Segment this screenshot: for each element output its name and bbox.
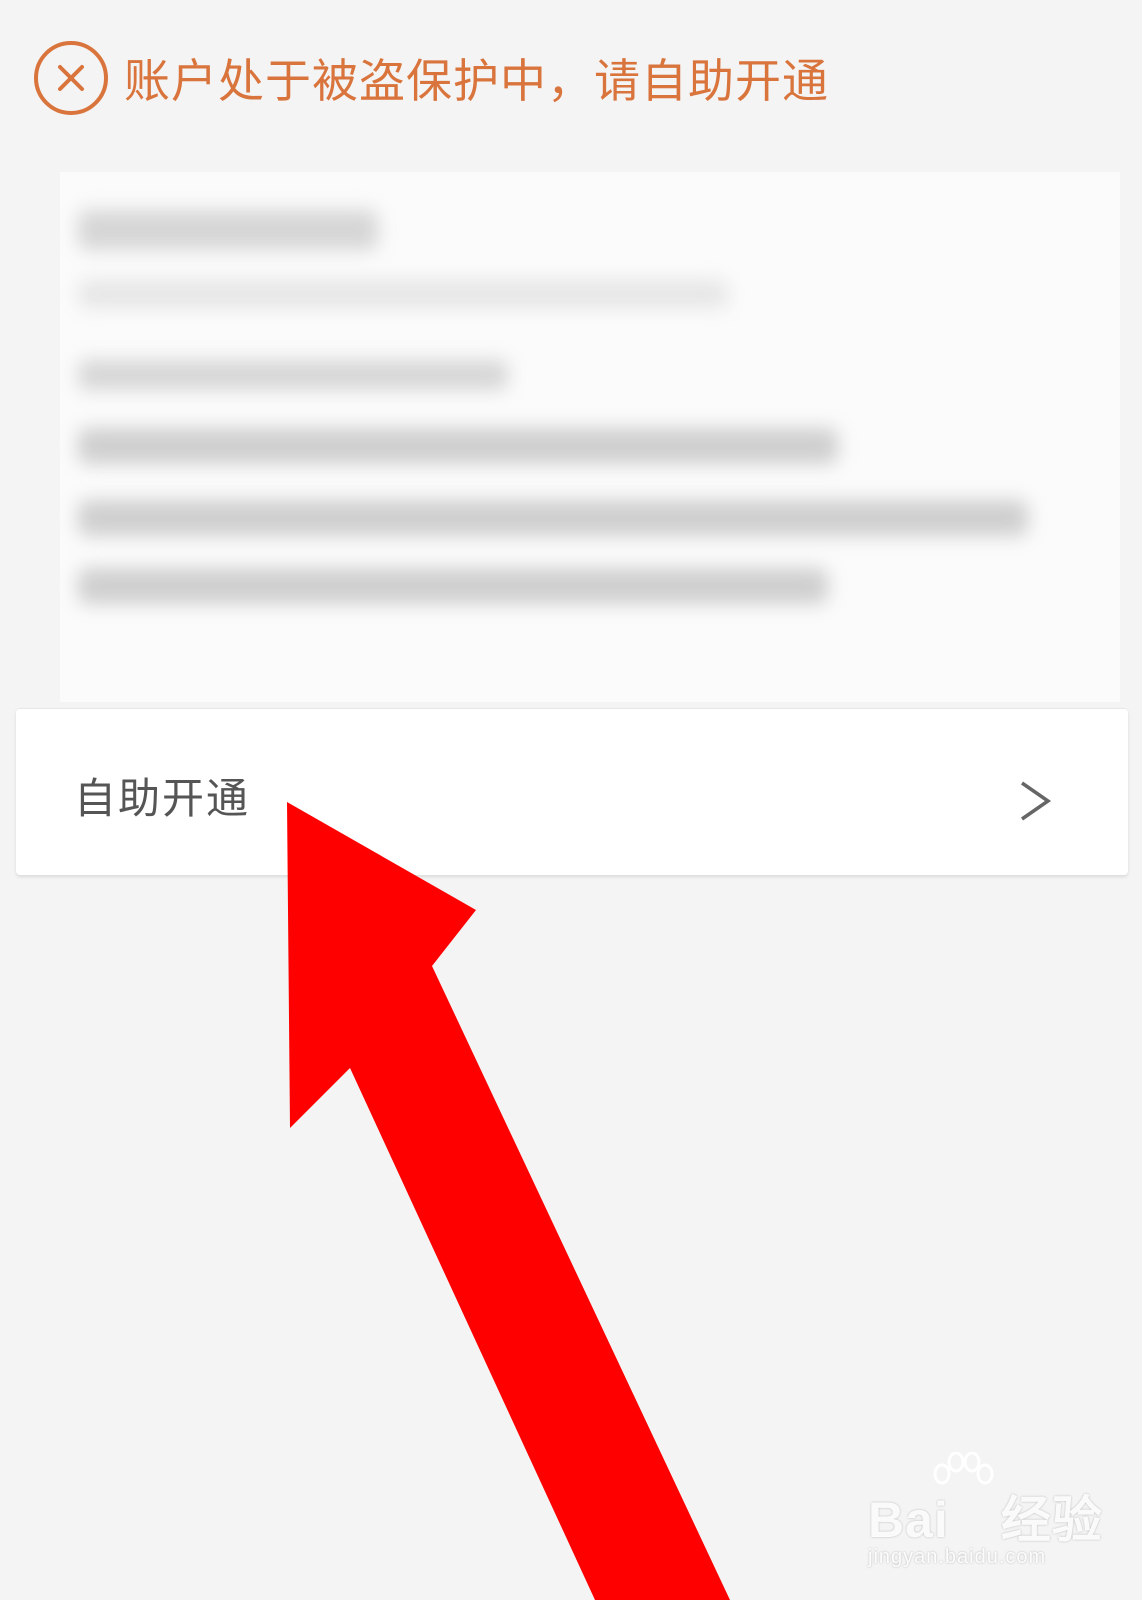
- close-circle-icon: [34, 41, 108, 115]
- blurred-info-card: [60, 172, 1120, 702]
- baidu-jingyan-watermark: Bai 经验 jingyan.baidu.com: [868, 1452, 1102, 1572]
- self-service-activate-row[interactable]: 自助开通: [16, 708, 1128, 875]
- blurred-text-line: [78, 360, 508, 390]
- status-banner: 账户处于被盗保护中，请自助开通: [32, 38, 829, 118]
- chevron-right-icon: [1021, 781, 1052, 821]
- blurred-text-line: [78, 280, 728, 308]
- watermark-url: jingyan.baidu.com: [868, 1546, 1047, 1568]
- watermark-brand: Bai 经验: [868, 1492, 1103, 1548]
- self-service-activate-label: 自助开通: [74, 774, 251, 823]
- blurred-text-line: [78, 428, 838, 464]
- status-message: 账户处于被盗保护中，请自助开通: [124, 54, 829, 108]
- blurred-text-line: [78, 500, 1028, 536]
- blurred-text-line: [78, 210, 378, 250]
- blurred-text-line: [78, 568, 828, 604]
